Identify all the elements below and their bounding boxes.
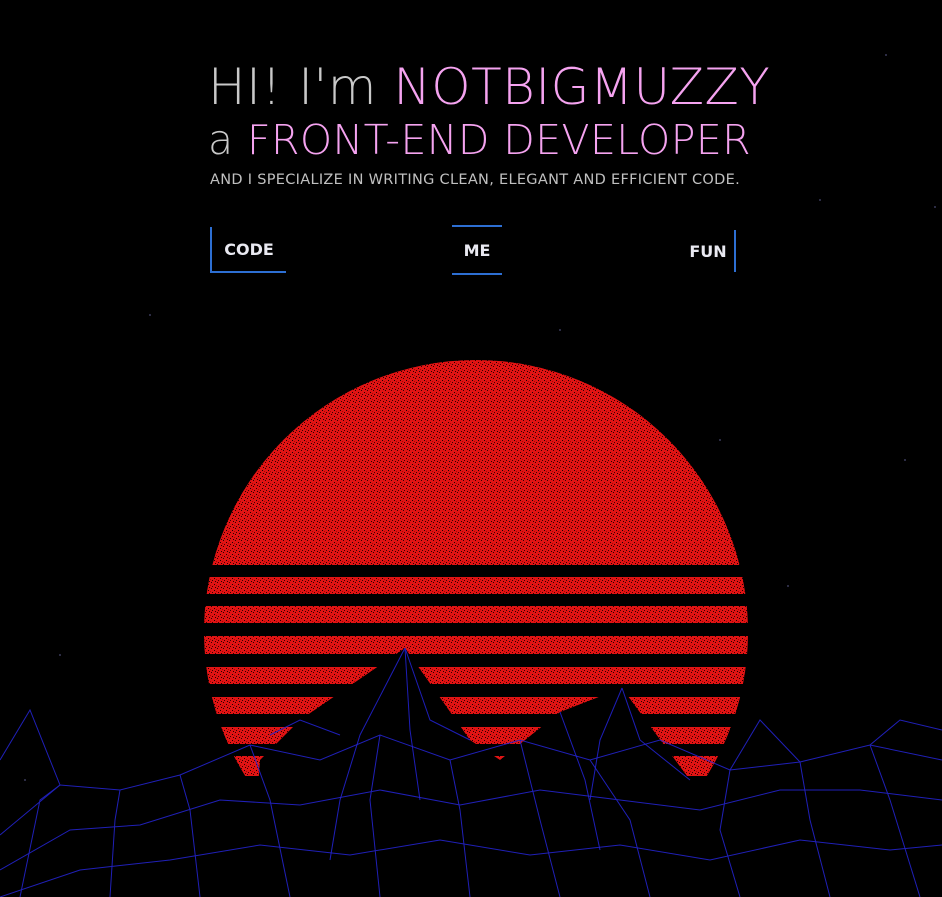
developer-name: NOTBIGMUZZY [393,58,771,116]
role-title: FRONT-END DEVELOPER [246,116,752,164]
code-button-label: CODE [224,239,274,259]
hero-section: HI! I'm NOTBIGMUZZY a FRONT-END DEVELOPE… [0,0,942,897]
greeting-line: HI! I'm NOTBIGMUZZY [208,56,771,118]
role-line: a FRONT-END DEVELOPER [208,118,768,162]
tagline: AND I SPECIALIZE IN WRITING CLEAN, ELEGA… [210,172,740,188]
headline: HI! I'm NOTBIGMUZZY a FRONT-END DEVELOPE… [208,56,771,162]
role-prefix: a [208,116,247,164]
fun-button[interactable]: FUN [682,230,736,272]
me-button-label: ME [463,240,491,260]
code-button[interactable]: CODE [210,227,286,273]
mountains [250,647,691,897]
greeting-text: HI! I'm [208,58,394,116]
fun-button-label: FUN [689,241,727,261]
me-button[interactable]: ME [452,225,502,275]
